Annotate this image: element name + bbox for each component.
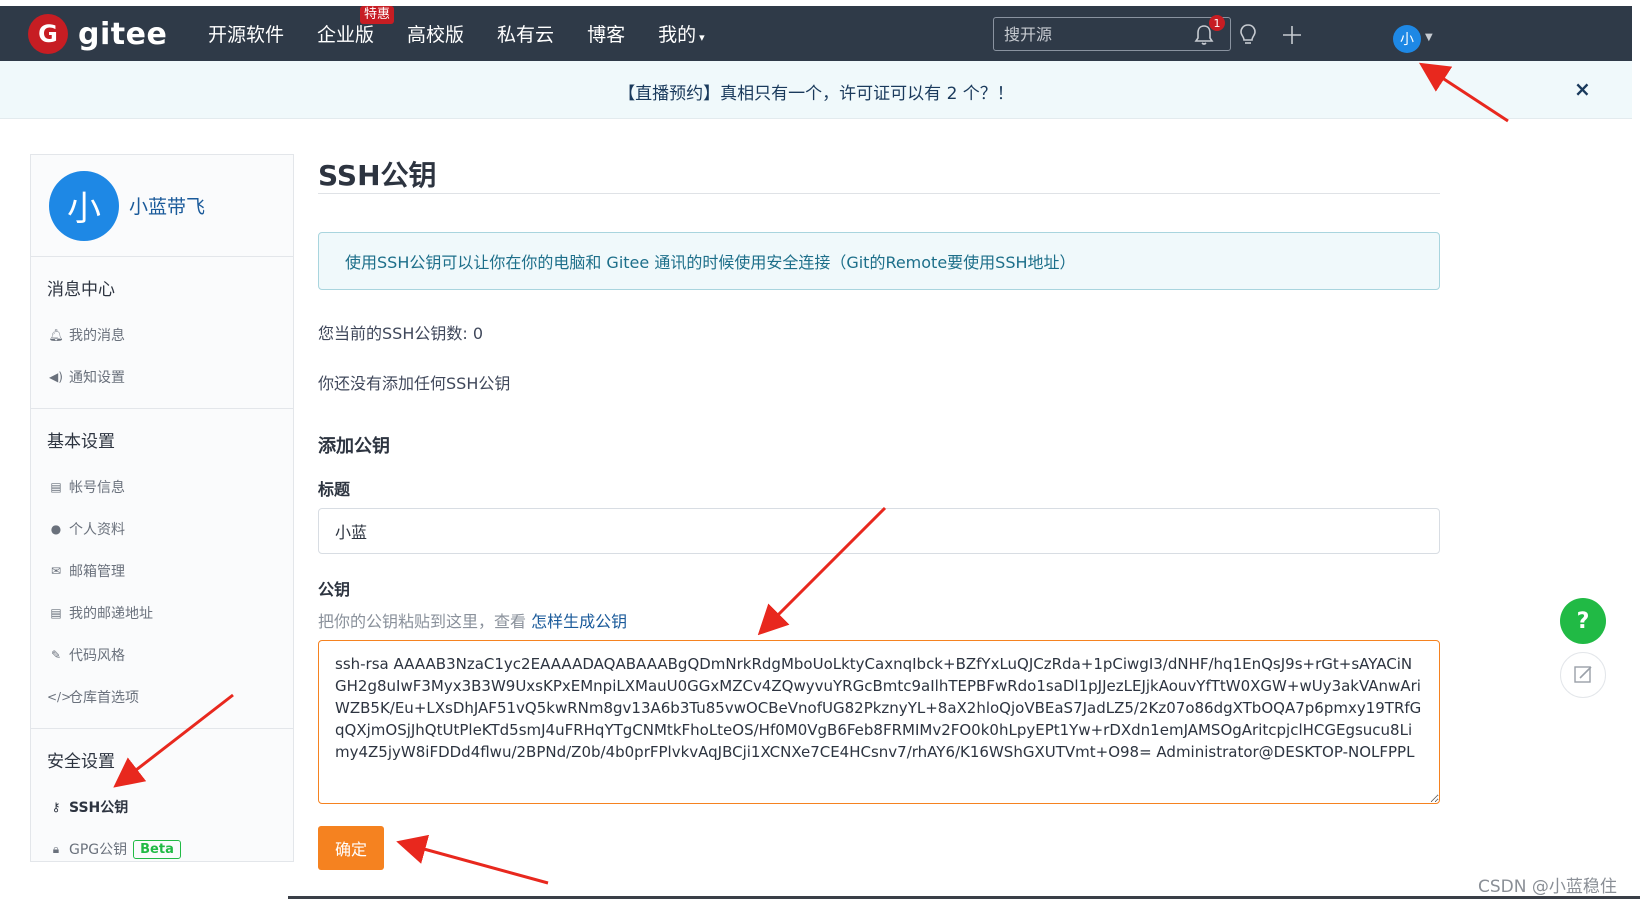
gitee-logo[interactable]: G gitee [28,14,167,54]
profile-username[interactable]: 小蓝带飞 [129,192,205,219]
nav-links: 开源软件 企业版 特惠 高校版 私有云 博客 我的 ▾ [208,6,738,61]
chevron-down-icon: ▾ [699,31,705,44]
info-message: 使用SSH公钥可以让你在你的电脑和 Gitee 通讯的时候使用安全连接（Git的… [318,232,1440,290]
gitee-logo-text: gitee [78,16,168,52]
sidebar-item-label: 我的消息 [69,328,125,344]
sidebar-item-label: 帐号信息 [69,480,125,496]
sidebar-item-label: SSH公钥 [69,800,129,816]
sidebar-item-repo-preferences[interactable]: </> 仓库首选项 [47,676,293,718]
title-field-label: 标题 [318,480,351,499]
edit-icon [1574,666,1592,683]
sidebar-item-gpg-keys[interactable]: 🔒︎ GPG公钥 Beta [47,828,293,870]
top-navbar: G gitee 开源软件 企业版特惠 高校版 私有云 博客 我的▾ 1 小 ▼ [0,6,1632,61]
lock-icon: 🔒︎ [52,841,60,856]
nav-link-blog[interactable]: 博客 [587,20,625,47]
feedback-edit-button[interactable] [1560,652,1606,698]
sidebar-section-title: 基本设置 [47,432,115,452]
public-key-hint-text: 把你的公钥粘贴到这里，查看 [318,612,527,631]
banner-text[interactable]: 【直播预约】真相只有一个，许可证可以有 2 个？！ [0,79,1632,104]
csdn-watermark: CSDN @小蓝稳住 [1478,877,1617,897]
sidebar-section-title: 安全设置 [47,752,115,772]
sidebar-item-account-info[interactable]: ▤ 帐号信息 [47,466,293,508]
sidebar-section-security: 安全设置 ⚷ SSH公钥 🔒︎ GPG公钥 Beta [31,729,293,880]
confirm-button[interactable]: 确定 [318,826,384,870]
id-card-icon: ▤ [50,480,62,494]
how-to-generate-key-link[interactable]: 怎样生成公钥 [531,612,627,631]
nav-link-private-cloud[interactable]: 私有云 [497,20,554,47]
settings-sidebar: 小 小蓝带飞 消息中心 🔔︎ 我的消息 ◀) 通知设置 基本设置 ▤ 帐号信息 … [30,154,294,862]
sidebar-section-title: 消息中心 [47,280,115,300]
sidebar-section-basic: 基本设置 ▤ 帐号信息 ● 个人资料 ✉ 邮箱管理 ▤ 我的邮递地址 ✎ 代码风… [31,409,293,729]
user-avatar[interactable]: 小 [1393,25,1421,53]
sidebar-item-label: GPG公钥 [69,842,128,858]
sidebar-item-my-messages[interactable]: 🔔︎ 我的消息 [47,314,293,356]
notification-count-badge: 1 [1209,15,1225,31]
sidebar-item-ssh-keys[interactable]: ⚷ SSH公钥 [47,786,293,828]
main-content: SSH公钥 使用SSH公钥可以让你在你的电脑和 Gitee 通讯的时候使用安全连… [318,154,1440,870]
nav-link-mine[interactable]: 我的 ▾ [658,20,705,47]
nav-link-mine-label: 我的 [658,24,697,46]
sidebar-item-label: 代码风格 [69,648,125,664]
gitee-logo-mark: G [28,14,68,54]
public-key-textarea[interactable]: ssh-rsa AAAAB3NzaC1yc2EAAAADAQABAAABgQDm… [318,640,1440,804]
empty-state-text: 你还没有添加任何SSH公钥 [318,374,511,393]
avatar-chevron-down-icon[interactable]: ▼ [1425,32,1433,43]
help-button[interactable]: ? [1560,598,1606,644]
announcement-banner: 【直播预约】真相只有一个，许可证可以有 2 个？！ × [0,61,1632,119]
sidebar-item-label: 个人资料 [69,522,125,538]
sidebar-item-label: 我的邮递地址 [69,606,153,622]
sidebar-profile: 小 小蓝带飞 [31,155,293,257]
sidebar-item-profile[interactable]: ● 个人资料 [47,508,293,550]
sidebar-item-label: 通知设置 [69,370,125,386]
notification-bell-icon[interactable]: 1 [1191,15,1225,48]
mail-icon: ✉ [50,564,62,578]
beta-badge: Beta [133,839,181,859]
ssh-key-count: 您当前的SSH公钥数: 0 [318,324,484,343]
public-key-hint: 把你的公钥粘贴到这里，查看 怎样生成公钥 [318,608,1440,632]
special-offer-badge: 特惠 [360,6,395,24]
nav-link-enterprise-label: 企业版 [317,24,375,46]
nav-link-education[interactable]: 高校版 [407,20,464,47]
close-icon[interactable]: × [1574,77,1591,101]
sidebar-item-label: 仓库首选项 [69,690,139,706]
add-key-heading: 添加公钥 [318,436,390,457]
lightbulb-icon[interactable] [1235,22,1261,48]
sidebar-section-messages: 消息中心 🔔︎ 我的消息 ◀) 通知设置 [31,257,293,409]
user-icon: ● [50,522,62,536]
sidebar-item-notification-settings[interactable]: ◀) 通知设置 [47,356,293,398]
key-icon: ⚷ [51,800,61,814]
public-key-field-label: 公钥 [318,580,351,599]
nav-link-open-source[interactable]: 开源软件 [208,20,284,47]
title-input[interactable] [318,508,1440,554]
nav-link-enterprise[interactable]: 企业版 特惠 [317,6,395,47]
sidebar-item-address[interactable]: ▤ 我的邮递地址 [47,592,293,634]
volume-icon: ◀) [49,370,63,384]
page-title: SSH公钥 [318,154,1440,194]
brush-icon: ✎ [50,648,62,662]
sidebar-item-label: 邮箱管理 [69,564,125,580]
sidebar-item-code-style[interactable]: ✎ 代码风格 [47,634,293,676]
bell-icon: 🔔︎ [48,328,64,342]
sidebar-item-email[interactable]: ✉ 邮箱管理 [47,550,293,592]
address-card-icon: ▤ [50,606,62,620]
plus-icon[interactable] [1279,22,1305,48]
code-icon: </> [47,690,72,704]
profile-avatar[interactable]: 小 [49,170,119,241]
